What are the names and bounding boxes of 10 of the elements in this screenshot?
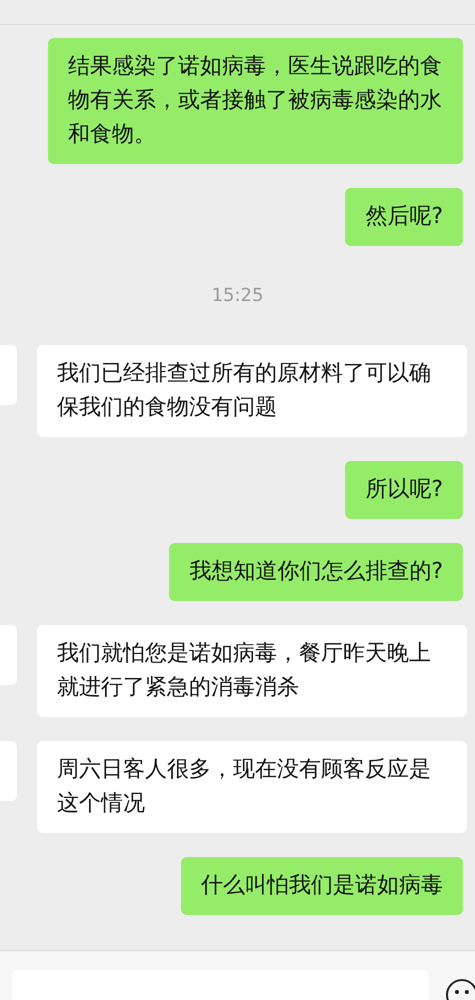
sent-message-bubble: 结果感染了诺如病毒，医生说跟吃的食物有关系，或者接触了被病毒感染的水和食物。 [48, 38, 463, 164]
timestamp: 15:25 [212, 284, 264, 308]
received-message-bubble: 我们就怕您是诺如病毒，餐厅昨天晚上就进行了紧急的消毒消杀 [37, 625, 467, 717]
received-message-bubble: 我们已经排查过所有的原材料了可以确保我们的食物没有问题 [37, 345, 467, 437]
emoji-icon[interactable] [445, 978, 475, 1000]
sent-message-bubble: 然后呢? [345, 188, 463, 246]
received-message-bubble: 周六日客人很多，现在没有顾客反应是这个情况 [37, 741, 467, 833]
sent-message-bubble: 所以呢? [345, 461, 463, 519]
sent-message-bubble: 我想知道你们怎么排查的? [169, 543, 463, 601]
sent-message-bubble: 什么叫怕我们是诺如病毒 [181, 857, 463, 915]
